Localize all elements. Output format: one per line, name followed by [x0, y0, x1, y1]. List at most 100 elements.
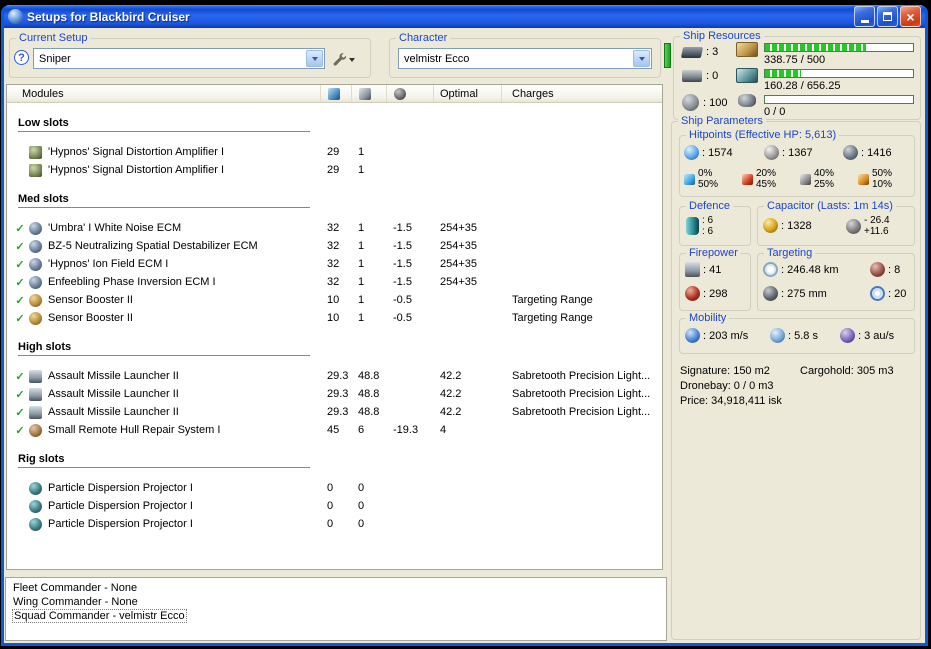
defence-label: Defence: [686, 200, 733, 212]
module-pg-value: 1: [358, 312, 365, 324]
capacitor-column-header[interactable]: [387, 85, 434, 102]
module-row[interactable]: Particle Dispersion Projector I 0 0: [7, 497, 662, 515]
commander-item[interactable]: Squad Commander - velmistr Ecco: [12, 609, 660, 623]
scan-resolution-value: : 275 mm: [781, 287, 827, 300]
module-active-check-icon: ✓: [15, 406, 25, 419]
ship-resources-label: Ship Resources: [680, 30, 764, 42]
cpu-column-header[interactable]: [321, 85, 352, 102]
setup-tools-button[interactable]: [330, 50, 357, 68]
module-cap-value: -1.5: [393, 240, 412, 252]
module-type-icon: [29, 499, 42, 513]
module-cpu-value: 0: [327, 518, 334, 530]
powergrid-icon: [736, 68, 758, 83]
module-type-icon: [29, 369, 42, 383]
module-row[interactable]: ✓ Enfeebling Phase Inversion ECM I 32 1 -1.5…: [7, 273, 662, 291]
optimal-column-header[interactable]: Optimal: [434, 85, 502, 102]
module-optimal-value: 254+35: [440, 222, 478, 234]
commander-item[interactable]: Wing Commander - None: [12, 595, 660, 609]
volley-value: : 41: [703, 263, 722, 276]
armor-hp-value: : 1367: [782, 146, 813, 159]
module-row[interactable]: 'Hypnos' Signal Distortion Amplifier I 29…: [7, 143, 662, 161]
signature-text: Signature: 150 m2: [680, 365, 770, 377]
scan-resolution-stat: : 275 mm: [763, 286, 827, 301]
module-cap-value: -0.5: [393, 294, 412, 306]
turret-icon: [680, 46, 704, 58]
charges-column-header[interactable]: Charges: [502, 85, 662, 102]
module-row[interactable]: ✓ 'Hypnos' Ion Field ECM I 32 1 -1.5 254+35: [7, 255, 662, 273]
module-active-check-icon: ✓: [15, 222, 25, 235]
module-optimal-value: 42.2: [440, 406, 462, 418]
module-name: Sensor Booster II: [48, 312, 133, 324]
thermal-resist-icon: [742, 173, 753, 185]
hull-icon: [843, 145, 858, 160]
capacitor-amount-stat: : 1328: [763, 218, 812, 233]
dronebay-icon: [738, 94, 756, 107]
maximize-button[interactable]: [877, 6, 898, 27]
armor-icon: [764, 145, 779, 160]
module-cpu-value: 32: [327, 222, 340, 234]
volley-stat: : 41: [685, 262, 721, 277]
module-row[interactable]: ✓ Sensor Booster II 10 1 -0.5 Targeting Range: [7, 291, 662, 309]
modules-column-header[interactable]: Modules: [7, 85, 321, 102]
module-pg-value: 0: [358, 518, 365, 530]
capacitor-delta-stat: - 26.4 +11.6: [846, 215, 890, 237]
close-button[interactable]: ×: [900, 6, 921, 27]
module-cpu-value: 29: [327, 164, 340, 176]
module-row[interactable]: ✓ Assault Missile Launcher II 29.3 48.8 42.2…: [7, 367, 662, 385]
module-type-icon: [29, 275, 42, 289]
kinetic-shield-resist: 40%: [814, 168, 835, 179]
module-charges-value: Targeting Range: [512, 312, 593, 324]
module-row[interactable]: Particle Dispersion Projector I 0 0: [7, 479, 662, 497]
dps-value: : 298: [703, 287, 728, 300]
calibration-value: : 100: [703, 96, 728, 109]
shield-hp-stat: : 1574: [684, 145, 733, 160]
powergrid-column-header[interactable]: [352, 85, 387, 102]
module-row[interactable]: ✓ Assault Missile Launcher II 29.3 48.8 42.2…: [7, 385, 662, 403]
module-cpu-value: 0: [327, 500, 334, 512]
setup-combobox[interactable]: Sniper: [33, 48, 325, 69]
commander-panel: Fleet Commander - None Wing Commander - N…: [5, 577, 667, 641]
commander-item[interactable]: Fleet Commander - None: [12, 581, 660, 595]
module-name: Enfeebling Phase Inversion ECM I: [48, 276, 216, 288]
modules-table-header[interactable]: Modules Optimal Charges: [7, 85, 662, 103]
capacitor-column-icon: [394, 87, 406, 100]
commander-item-label: Squad Commander - velmistr Ecco: [12, 609, 187, 623]
module-row[interactable]: ✓ Assault Missile Launcher II 29.3 48.8 42.2…: [7, 403, 662, 421]
explosive-resist-icon: [858, 173, 869, 185]
module-row[interactable]: ✓ BZ-5 Neutralizing Spatial Destabilizer …: [7, 237, 662, 255]
title-bar[interactable]: Setups for Blackbird Cruiser ×: [4, 5, 925, 28]
module-active-check-icon: ✓: [15, 312, 25, 325]
powergrid-usage-text: 160.28 / 656.25: [764, 80, 841, 92]
character-combo-dropdown-icon[interactable]: [633, 50, 650, 67]
calibration-icon: [682, 94, 699, 111]
module-row[interactable]: ✓ 'Umbra' I White Noise ECM 32 1 -1.5 254+35: [7, 219, 662, 237]
module-cpu-value: 29.3: [327, 388, 349, 400]
help-icon[interactable]: ?: [14, 50, 29, 65]
module-name: Assault Missile Launcher II: [48, 370, 179, 382]
module-row[interactable]: Particle Dispersion Projector I 0 0: [7, 515, 662, 533]
app-icon: [8, 9, 23, 24]
kinetic-resist-icon: [800, 173, 811, 185]
commander-list: Fleet Commander - None Wing Commander - N…: [12, 581, 660, 623]
window-title: Setups for Blackbird Cruiser: [27, 9, 190, 24]
minimize-button[interactable]: [854, 6, 875, 27]
character-combobox[interactable]: velmistr Ecco: [398, 48, 652, 69]
explosive-shield-resist: 50%: [872, 168, 893, 179]
max-velocity-icon: [685, 328, 700, 343]
max-targets-value: : 8: [888, 263, 901, 276]
module-pg-value: 48.8: [358, 388, 380, 400]
module-row[interactable]: ✓ Small Remote Hull Repair System I 45 6 -19…: [7, 421, 662, 439]
setup-combo-dropdown-icon[interactable]: [306, 50, 323, 67]
module-row[interactable]: 'Hypnos' Signal Distortion Amplifier I 29…: [7, 161, 662, 179]
module-row[interactable]: ✓ Sensor Booster II 10 1 -0.5 Targeting Range: [7, 309, 662, 327]
kinetic-resist-stat: 40% 25%: [800, 168, 834, 190]
calibration-stat: : 100: [682, 94, 727, 111]
module-active-check-icon: ✓: [15, 258, 25, 271]
sensor-strength-icon: [870, 286, 885, 301]
dronebay-usage-text: 0 / 0: [764, 106, 786, 118]
targeting-range-value: : 246.48 km: [781, 263, 839, 276]
app-window: Setups for Blackbird Cruiser × Current S…: [1, 5, 928, 646]
module-name: BZ-5 Neutralizing Spatial Destabilizer E…: [48, 240, 258, 252]
module-name: Small Remote Hull Repair System I: [48, 424, 221, 436]
ship-resources-group: Ship Resources : 3 : 0 : 100 338.75 / 50…: [673, 30, 921, 120]
